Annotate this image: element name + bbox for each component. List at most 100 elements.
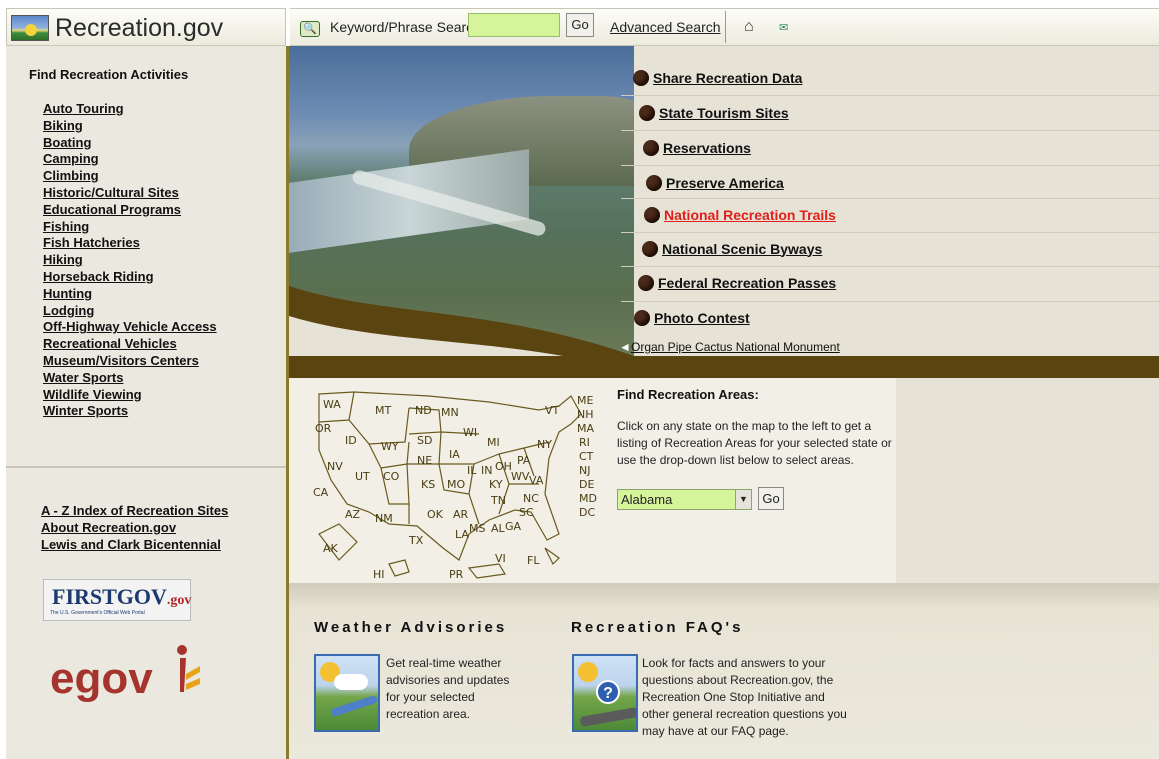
az-index-link[interactable]: A - Z Index of Recreation Sites: [41, 502, 228, 519]
lewis-clark-link[interactable]: Lewis and Clark Bicentennial: [41, 536, 228, 553]
state-label[interactable]: NM: [375, 512, 393, 525]
activity-link[interactable]: Biking: [43, 118, 217, 135]
state-label[interactable]: VA: [529, 474, 544, 487]
state-label[interactable]: AK: [323, 542, 339, 555]
state-label[interactable]: NE: [417, 454, 432, 467]
feature-link-share-data[interactable]: Share Recreation Data: [633, 60, 802, 95]
photo-caption-link[interactable]: Organ Pipe Cactus National Monument: [631, 340, 840, 354]
activity-link[interactable]: Winter Sports: [43, 403, 217, 420]
activity-link[interactable]: Museum/Visitors Centers: [43, 353, 217, 370]
about-link[interactable]: About Recreation.gov: [41, 519, 228, 536]
state-label[interactable]: ME: [577, 394, 593, 407]
activity-link[interactable]: Historic/Cultural Sites: [43, 185, 217, 202]
search-input[interactable]: [468, 13, 560, 37]
state-label[interactable]: MD: [579, 492, 597, 505]
state-label[interactable]: MN: [441, 406, 459, 419]
search-go-button[interactable]: Go: [566, 13, 594, 37]
activity-link[interactable]: Water Sports: [43, 370, 217, 387]
activity-link[interactable]: Hunting: [43, 286, 217, 303]
activity-link[interactable]: Hiking: [43, 252, 217, 269]
feature-link-state-tourism[interactable]: State Tourism Sites: [639, 95, 789, 130]
state-label[interactable]: SC: [519, 506, 534, 519]
feature-link-photo-contest[interactable]: Photo Contest: [634, 300, 750, 335]
state-label[interactable]: NC: [523, 492, 539, 505]
bullet-icon: [644, 206, 660, 223]
state-label[interactable]: GA: [505, 520, 522, 533]
feature-link-reservations[interactable]: Reservations: [643, 130, 751, 165]
weather-thumbnail[interactable]: [314, 654, 380, 732]
email-icon[interactable]: ✉: [779, 21, 788, 34]
egov-logo[interactable]: egov: [50, 654, 153, 704]
state-label[interactable]: HI: [373, 568, 385, 581]
state-label[interactable]: SD: [417, 434, 432, 447]
state-label[interactable]: KS: [421, 478, 435, 491]
state-label[interactable]: ID: [345, 434, 357, 447]
feature-link-preserve-america[interactable]: Preserve America: [646, 165, 784, 200]
state-label[interactable]: TN: [490, 494, 506, 507]
state-label[interactable]: ND: [415, 404, 432, 417]
state-select[interactable]: Alabama ▼: [617, 489, 752, 510]
state-label[interactable]: WA: [323, 398, 341, 411]
state-label[interactable]: NH: [577, 408, 594, 421]
activity-link[interactable]: Lodging: [43, 303, 217, 320]
advanced-search-link[interactable]: Advanced Search: [610, 19, 721, 35]
state-label[interactable]: CT: [579, 450, 594, 463]
site-logo[interactable]: Recreation.gov: [6, 8, 286, 46]
feature-link-label: Photo Contest: [654, 309, 750, 326]
state-label[interactable]: FL: [527, 554, 540, 567]
faq-thumbnail[interactable]: ?: [572, 654, 638, 732]
state-label[interactable]: CA: [313, 486, 329, 499]
activity-link[interactable]: Boating: [43, 135, 217, 152]
activity-link[interactable]: Wildlife Viewing: [43, 387, 217, 404]
state-label[interactable]: TX: [408, 534, 424, 547]
activity-link[interactable]: Fishing: [43, 219, 217, 236]
state-label[interactable]: DC: [579, 506, 595, 519]
state-label[interactable]: NV: [327, 460, 343, 473]
home-icon[interactable]: ⌂: [744, 18, 754, 36]
state-label[interactable]: CO: [383, 470, 400, 483]
feature-link-recreation-passes[interactable]: Federal Recreation Passes: [638, 265, 836, 300]
state-label[interactable]: NJ: [579, 464, 590, 477]
activity-link[interactable]: Horseback Riding: [43, 269, 217, 286]
state-label[interactable]: WV: [511, 470, 530, 483]
state-label[interactable]: PA: [517, 454, 531, 467]
state-label[interactable]: WY: [381, 440, 399, 453]
state-go-button[interactable]: Go: [758, 487, 784, 510]
activity-link[interactable]: Auto Touring: [43, 101, 217, 118]
state-label[interactable]: IL: [467, 464, 477, 477]
activity-link[interactable]: Off-Highway Vehicle Access: [43, 319, 217, 336]
activity-link[interactable]: Climbing: [43, 168, 217, 185]
feature-link-scenic-byways[interactable]: National Scenic Byways: [642, 231, 822, 266]
state-label[interactable]: IA: [449, 448, 460, 461]
state-label[interactable]: MI: [487, 436, 500, 449]
activity-link[interactable]: Recreational Vehicles: [43, 336, 217, 353]
state-label[interactable]: OH: [495, 460, 512, 473]
state-label[interactable]: AL: [491, 522, 506, 535]
dropdown-arrow-icon[interactable]: ▼: [735, 490, 751, 509]
state-label[interactable]: MO: [447, 478, 465, 491]
feature-link-national-trails[interactable]: National Recreation Trails: [644, 197, 836, 232]
state-label[interactable]: RI: [579, 436, 590, 449]
activity-link[interactable]: Educational Programs: [43, 202, 217, 219]
firstgov-logo[interactable]: FIRSTGOV.gov The U.S. Government's Offic…: [43, 579, 191, 621]
state-label[interactable]: VT: [545, 404, 560, 417]
state-label[interactable]: KY: [489, 478, 503, 491]
state-label[interactable]: VI: [495, 552, 506, 565]
state-label[interactable]: DE: [579, 478, 594, 491]
state-label[interactable]: MA: [577, 422, 594, 435]
state-label[interactable]: OR: [315, 422, 332, 435]
us-state-map[interactable]: WA MT ND MN OR ID SD WI WY IA NE MI NV U…: [309, 384, 599, 584]
state-label[interactable]: LA: [455, 528, 469, 541]
activity-link[interactable]: Camping: [43, 151, 217, 168]
state-label[interactable]: AZ: [345, 508, 361, 521]
activity-link[interactable]: Fish Hatcheries: [43, 235, 217, 252]
state-label[interactable]: NY: [537, 438, 552, 451]
state-label[interactable]: IN: [481, 464, 492, 477]
state-label[interactable]: MS: [469, 522, 485, 535]
state-label[interactable]: AR: [453, 508, 469, 521]
state-label[interactable]: MT: [375, 404, 391, 417]
state-label[interactable]: WI: [463, 426, 477, 439]
state-label[interactable]: PR: [449, 568, 464, 581]
state-label[interactable]: UT: [355, 470, 370, 483]
state-label[interactable]: OK: [427, 508, 444, 521]
